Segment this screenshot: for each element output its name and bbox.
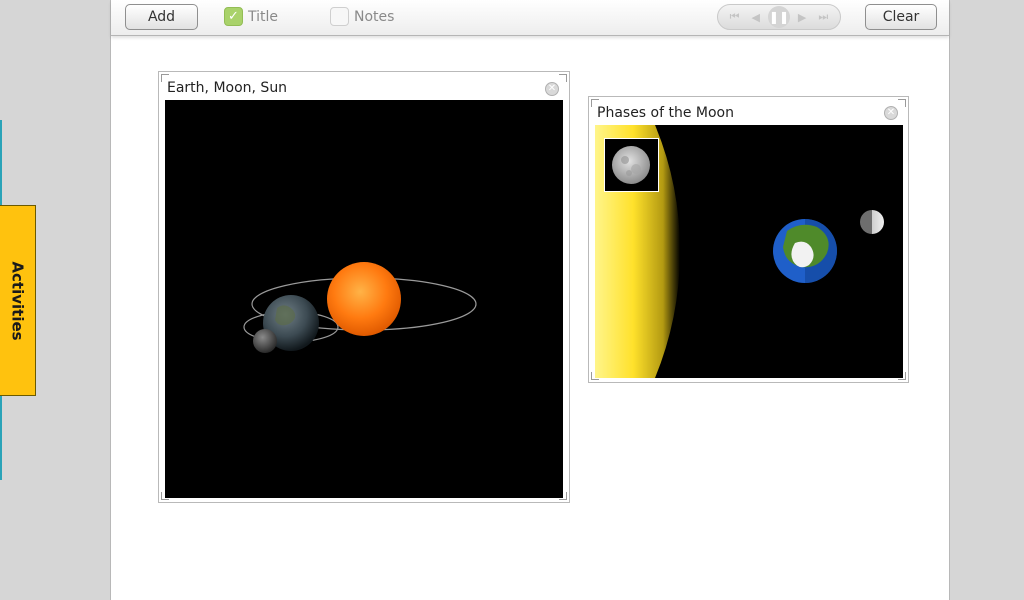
close-icon[interactable]: ✕ bbox=[884, 106, 898, 120]
panel-title: Phases of the Moon bbox=[597, 105, 734, 121]
panel-title: Earth, Moon, Sun bbox=[167, 80, 288, 96]
toolbar: Add ✓ Title Notes ⏮ ◀ ❚❚ ▶ ⏭ Clear bbox=[111, 0, 949, 36]
clear-button[interactable]: Clear bbox=[865, 4, 937, 30]
phases-of-moon-panel[interactable]: Phases of the Moon ✕ bbox=[588, 96, 909, 383]
full-moon-icon bbox=[612, 146, 650, 184]
step-back-icon[interactable]: ◀ bbox=[747, 8, 765, 26]
resize-corner-icon[interactable] bbox=[559, 74, 567, 82]
resize-corner-icon[interactable] bbox=[898, 99, 906, 107]
earth-moon-sun-panel[interactable]: Earth, Moon, Sun ✕ bbox=[158, 71, 570, 503]
activities-tab-label: Activities bbox=[8, 260, 27, 341]
moon-icon bbox=[860, 210, 884, 234]
notes-checkbox-label: Notes bbox=[354, 8, 395, 25]
main-canvas: Add ✓ Title Notes ⏮ ◀ ❚❚ ▶ ⏭ Clear Earth… bbox=[110, 0, 950, 600]
skip-last-icon[interactable]: ⏭ bbox=[814, 8, 832, 26]
step-forward-icon[interactable]: ▶ bbox=[793, 8, 811, 26]
moon-phase-inset bbox=[604, 138, 659, 192]
title-checkbox-label: Title bbox=[248, 8, 279, 25]
add-button[interactable]: Add bbox=[125, 4, 198, 30]
title-checkbox[interactable]: ✓ Title bbox=[224, 7, 278, 26]
solar-system-view[interactable] bbox=[165, 100, 563, 498]
skip-first-icon[interactable]: ⏮ bbox=[726, 8, 744, 26]
sun-icon bbox=[327, 262, 401, 336]
unchecked-box-icon[interactable] bbox=[330, 7, 349, 26]
playback-controls: ⏮ ◀ ❚❚ ▶ ⏭ bbox=[717, 4, 841, 30]
solar-system-illustration bbox=[243, 262, 477, 353]
close-icon[interactable]: ✕ bbox=[545, 82, 559, 96]
moon-phases-view[interactable] bbox=[595, 125, 903, 378]
notes-checkbox[interactable]: Notes bbox=[330, 7, 394, 26]
checkmark-icon[interactable]: ✓ bbox=[224, 7, 243, 26]
activities-tab[interactable]: Activities bbox=[0, 205, 36, 396]
moon-icon bbox=[253, 329, 277, 353]
pause-icon[interactable]: ❚❚ bbox=[767, 6, 790, 28]
